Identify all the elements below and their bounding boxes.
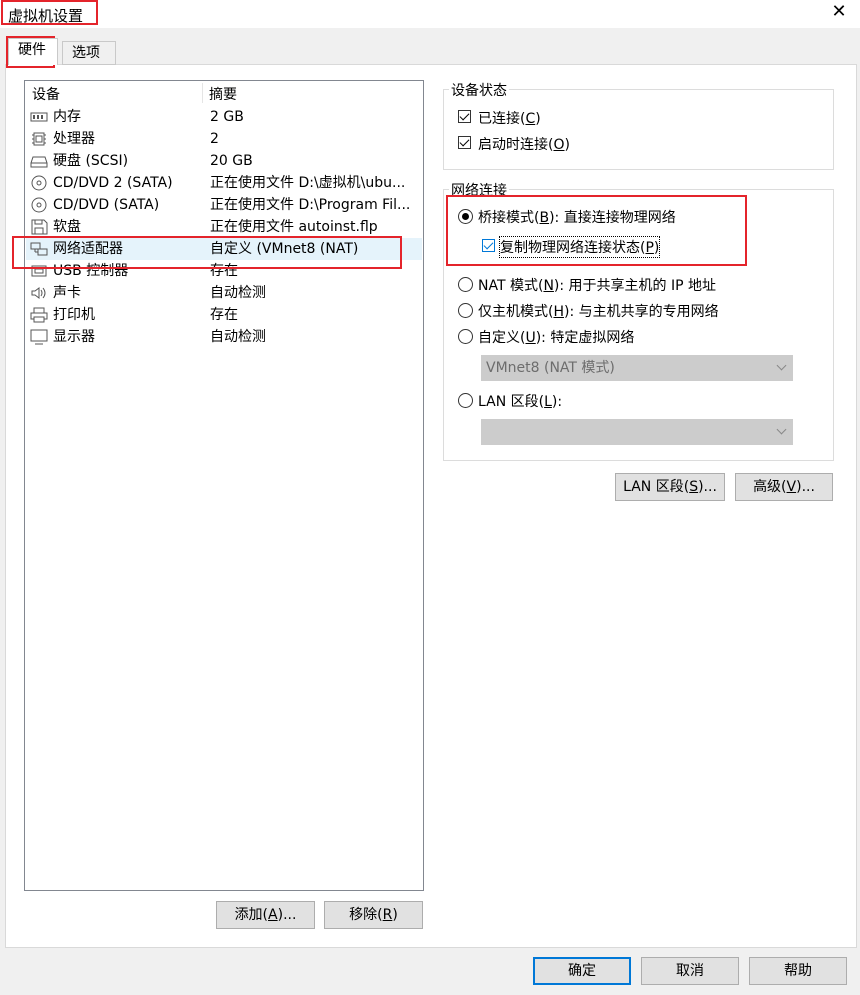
device-status-title: 设备状态 (449, 80, 509, 100)
lan-segments-button[interactable]: LAN 区段(S)... (615, 473, 725, 501)
cpu-icon (32, 132, 46, 146)
floppy-icon (31, 219, 48, 235)
device-summary: 自动检测 (210, 285, 266, 301)
advanced-button[interactable]: 高级(V)... (735, 473, 833, 501)
chevron-down-icon (776, 424, 787, 435)
device-row-memory[interactable]: 内存 2 GB (26, 106, 422, 128)
device-name: 声卡 (53, 285, 81, 301)
device-name: 显示器 (53, 329, 95, 345)
device-row-cdrom-2[interactable]: CD/DVD 2 (SATA) 正在使用文件 D:\虚拟机\ubu... (26, 172, 422, 194)
device-name: CD/DVD 2 (SATA) (53, 175, 173, 191)
replicate-state-label[interactable]: 复制物理网络连接状态(P) (498, 236, 661, 258)
device-summary: 存在 (210, 307, 238, 323)
column-separator[interactable] (202, 83, 203, 103)
title-bar (0, 0, 860, 28)
tab-hardware[interactable]: 硬件 (8, 38, 58, 65)
device-name: USB 控制器 (53, 263, 129, 279)
device-row-cdrom[interactable]: CD/DVD (SATA) 正在使用文件 D:\Program Fil... (26, 194, 422, 216)
connect-at-power-on-label[interactable]: 启动时连接(O) (478, 134, 570, 154)
device-summary: 自动检测 (210, 329, 266, 345)
device-name: CD/DVD (SATA) (53, 197, 160, 213)
device-summary: 正在使用文件 D:\虚拟机\ubu... (210, 175, 406, 191)
tab-options[interactable]: 选项 (62, 41, 116, 65)
remove-button[interactable]: 移除(R) (324, 901, 423, 929)
lan-segment-label[interactable]: LAN 区段(L): (478, 391, 562, 411)
device-row-network-adapter[interactable]: 网络适配器 自定义 (VMnet8 (NAT) (26, 238, 422, 260)
help-button[interactable]: 帮助 (749, 957, 847, 985)
usb-controller-icon (31, 265, 47, 277)
bridged-radio[interactable] (458, 209, 473, 224)
connected-checkbox[interactable] (458, 110, 471, 123)
cancel-button[interactable]: 取消 (641, 957, 739, 985)
host-only-radio[interactable] (458, 303, 473, 318)
device-summary: 2 GB (210, 109, 244, 125)
device-list[interactable]: 设备 摘要 内存 2 GB 处理器 2 硬盘 (SCSI) 20 GB CD/D… (24, 80, 424, 891)
host-only-label[interactable]: 仅主机模式(H): 与主机共享的专用网络 (478, 301, 719, 321)
device-summary: 正在使用文件 autoinst.flp (210, 219, 378, 235)
device-row-display[interactable]: 显示器 自动检测 (26, 326, 422, 348)
lan-segment-radio[interactable] (458, 393, 473, 408)
device-row-usb[interactable]: USB 控制器 存在 (26, 260, 422, 282)
device-summary: 存在 (210, 263, 238, 279)
device-summary: 自定义 (VMnet8 (NAT) (210, 241, 359, 257)
cd-dvd-icon (31, 175, 47, 191)
memory-icon (30, 112, 48, 122)
nat-label[interactable]: NAT 模式(N): 用于共享主机的 IP 地址 (478, 275, 716, 295)
column-header-summary[interactable]: 摘要 (209, 84, 237, 104)
device-name: 内存 (53, 109, 81, 125)
device-name: 打印机 (53, 307, 95, 323)
connect-at-power-on-checkbox[interactable] (458, 136, 471, 149)
device-name: 网络适配器 (53, 241, 123, 257)
custom-network-select[interactable]: VMnet8 (NAT 模式) (481, 355, 793, 381)
sound-card-icon (31, 287, 46, 299)
column-header-device[interactable]: 设备 (32, 84, 60, 104)
harddisk-icon (30, 156, 48, 168)
ok-button[interactable]: 确定 (533, 957, 631, 985)
printer-icon (30, 307, 48, 323)
device-summary: 2 (210, 131, 219, 147)
lan-segment-select[interactable] (481, 419, 793, 445)
device-name: 处理器 (53, 131, 95, 147)
nat-radio[interactable] (458, 277, 473, 292)
custom-label[interactable]: 自定义(U): 特定虚拟网络 (478, 327, 634, 347)
device-name: 硬盘 (SCSI) (53, 153, 129, 169)
device-summary: 20 GB (210, 153, 253, 169)
connected-label[interactable]: 已连接(C) (478, 108, 541, 128)
device-row-harddisk[interactable]: 硬盘 (SCSI) 20 GB (26, 150, 422, 172)
bridged-label[interactable]: 桥接模式(B): 直接连接物理网络 (478, 207, 676, 227)
device-row-floppy[interactable]: 软盘 正在使用文件 autoinst.flp (26, 216, 422, 238)
close-icon[interactable]: ✕ (826, 0, 852, 26)
add-button[interactable]: 添加(A)... (216, 901, 315, 929)
custom-radio[interactable] (458, 329, 473, 344)
device-summary: 正在使用文件 D:\Program Fil... (210, 197, 411, 213)
device-row-printer[interactable]: 打印机 存在 (26, 304, 422, 326)
cd-dvd-icon (31, 197, 47, 213)
replicate-state-checkbox[interactable] (482, 239, 495, 252)
device-name: 软盘 (53, 219, 81, 235)
device-row-cpu[interactable]: 处理器 2 (26, 128, 422, 150)
chevron-down-icon (776, 360, 787, 371)
device-status-group (443, 89, 834, 170)
network-adapter-icon (30, 242, 48, 256)
window-title: 虚拟机设置 (8, 7, 84, 25)
display-icon (30, 329, 48, 345)
network-connection-title: 网络连接 (449, 180, 509, 200)
device-row-sound-card[interactable]: 声卡 自动检测 (26, 282, 422, 304)
